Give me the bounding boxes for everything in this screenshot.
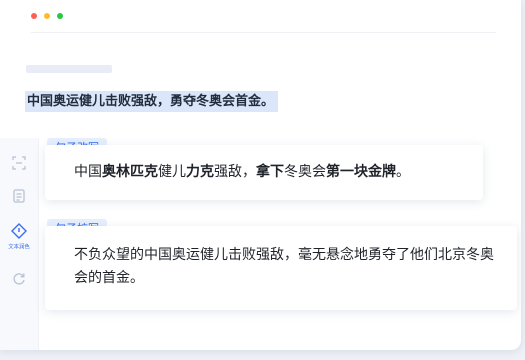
scan-icon: [12, 156, 26, 170]
rewrite-changed-segment: 奥林匹克: [102, 164, 158, 180]
sidebar-item-label: 文本润色: [8, 244, 30, 251]
sidebar-item-text-polish[interactable]: 文本润色: [0, 222, 38, 251]
rewrite-segment: 。: [396, 164, 410, 180]
loading-placeholder: [26, 65, 112, 73]
close-dot[interactable]: [31, 13, 37, 19]
rewrite-result: 中国奥林匹克健儿力克强敌，拿下冬奥会第一块金牌。: [74, 162, 410, 182]
expand-card[interactable]: 不负众望的中国奥运健儿击败强敌，毫无悬念地勇夺了他们北京冬奥会的首金。: [45, 226, 517, 310]
rewrite-segment: 健儿: [158, 164, 186, 180]
tool-sidebar: 文本润色: [0, 138, 39, 350]
document-icon: [13, 189, 25, 203]
sidebar-item-scan[interactable]: [0, 155, 38, 171]
minimize-dot[interactable]: [44, 13, 50, 19]
rewrite-segment: 强敌，: [214, 164, 256, 180]
rewrite-card[interactable]: 中国奥林匹克健儿力克强敌，拿下冬奥会第一块金牌。: [45, 145, 483, 200]
refresh-icon: [13, 273, 25, 285]
rewrite-changed-segment: 第一块金牌: [326, 164, 396, 180]
window-controls: [31, 13, 63, 19]
sidebar-item-refresh[interactable]: [0, 271, 38, 287]
rewrite-changed-segment: 力克: [186, 164, 214, 180]
expand-result: 不负众望的中国奥运健儿击败强敌，毫无悬念地勇夺了他们北京冬奥会的首金。: [74, 247, 494, 286]
app-window: 中国奥运健儿击败强敌，勇夺冬奥会首金。 文本润色 中国奥林匹克健儿力克强敌，拿下…: [0, 0, 521, 350]
rewrite-segment: 中国: [74, 164, 102, 180]
rewrite-segment: 冬奥会: [284, 164, 326, 180]
text-polish-icon: [11, 223, 27, 239]
sidebar-item-document[interactable]: [0, 188, 38, 204]
rewrite-changed-segment: 拿下: [256, 164, 284, 180]
source-sentence[interactable]: 中国奥运健儿击败强敌，勇夺冬奥会首金。: [25, 91, 279, 112]
header-divider: [31, 32, 496, 33]
maximize-dot[interactable]: [57, 13, 63, 19]
